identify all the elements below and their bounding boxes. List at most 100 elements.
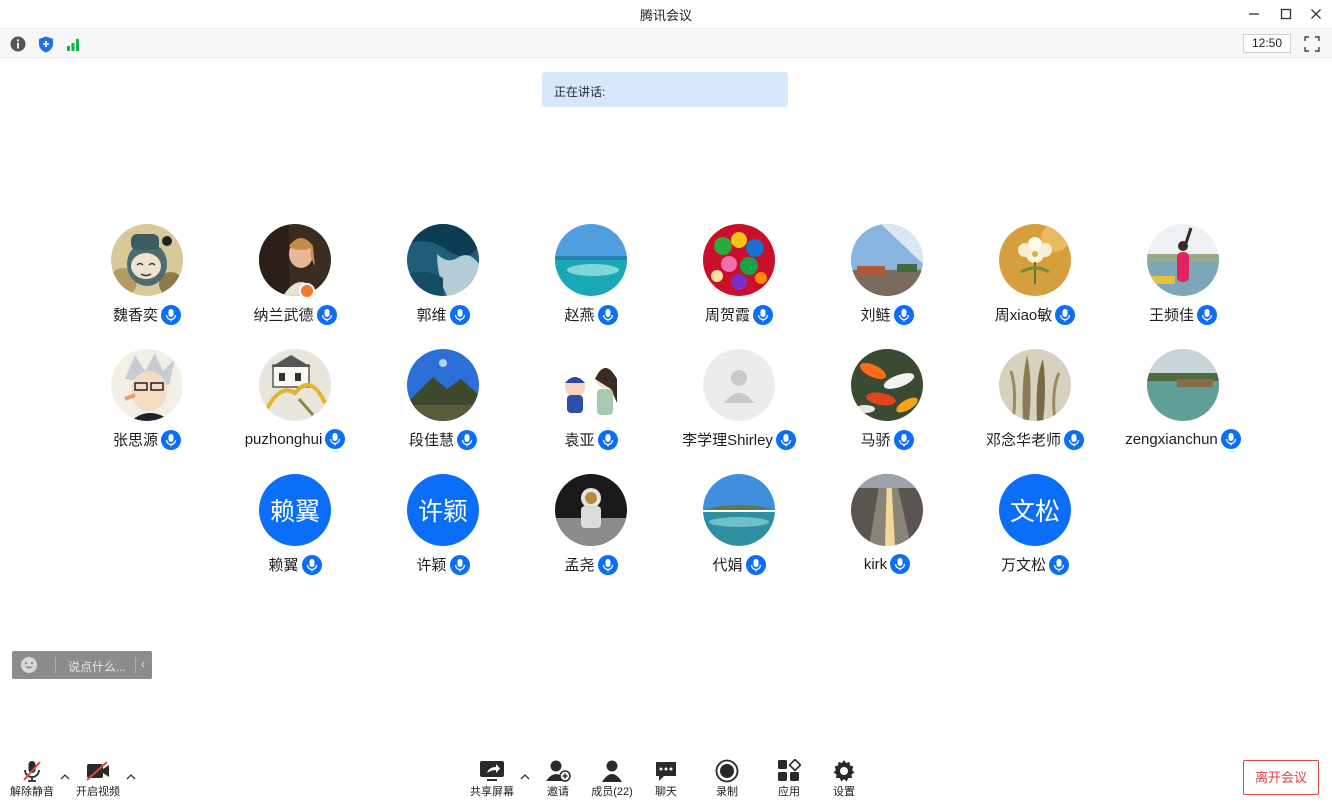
participant-tile[interactable]: zengxianchun — [1109, 349, 1257, 459]
invite-button[interactable]: 邀请 — [528, 757, 588, 801]
chat-placeholder[interactable]: 说点什么... — [68, 658, 126, 675]
participant-name: 周xiao敏 — [994, 307, 1053, 324]
chat-label: 聊天 — [655, 786, 677, 798]
fullscreen-button[interactable] — [1303, 35, 1321, 53]
share-screen-button[interactable]: 共享屏幕 — [462, 757, 522, 801]
microphone-icon — [325, 429, 346, 449]
participant-tile[interactable]: 赵燕 — [517, 224, 665, 334]
minimize-icon — [1249, 13, 1259, 15]
microphone-icon — [890, 554, 911, 574]
quick-chat-box[interactable]: 说点什么... ‹ — [12, 651, 152, 679]
participant-tile[interactable]: 文松 万文松 — [961, 474, 1109, 584]
avatar — [259, 349, 331, 421]
microphone-icon — [316, 304, 337, 325]
microphone-icon — [301, 554, 322, 575]
participant-tile[interactable]: 赖翼 赖翼 — [221, 474, 369, 584]
host-badge-icon — [299, 283, 315, 299]
settings-label: 设置 — [833, 786, 855, 798]
members-label: 成员(22) — [591, 786, 633, 798]
unmute-button[interactable]: 解除静音 — [2, 757, 62, 801]
participant-name: 代娟 — [712, 557, 743, 574]
microphone-icon — [597, 304, 618, 325]
record-label: 录制 — [716, 786, 738, 798]
participant-tile[interactable]: kirk — [813, 474, 961, 584]
participant-tile[interactable]: 张思源 — [73, 349, 221, 459]
participant-name: 周贺霞 — [704, 307, 750, 324]
avatar — [555, 349, 627, 421]
participant-tile[interactable]: 段佳慧 — [369, 349, 517, 459]
participant-tile[interactable]: 许颖 许颖 — [369, 474, 517, 584]
participant-tile[interactable]: 邓念华老师 — [961, 349, 1109, 459]
participant-tile[interactable]: 李学理Shirley — [665, 349, 813, 459]
emoji-icon[interactable] — [20, 656, 38, 674]
avatar — [111, 224, 183, 296]
microphone-icon — [1055, 304, 1076, 325]
avatar — [851, 474, 923, 546]
microphone-icon — [1220, 429, 1241, 449]
avatar — [407, 349, 479, 421]
participant-tile[interactable]: 周贺霞 — [665, 224, 813, 334]
settings-button[interactable]: 设置 — [814, 757, 874, 801]
participant-tile[interactable]: 马骄 — [813, 349, 961, 459]
chevron-up-icon — [126, 773, 136, 779]
avatar — [851, 224, 923, 296]
info-icon — [10, 36, 26, 52]
participant-tile[interactable]: 刘鲢 — [813, 224, 961, 334]
share-screen-label: 共享屏幕 — [470, 786, 514, 798]
collapse-chat-icon[interactable]: ‹ — [141, 657, 145, 671]
gear-icon — [833, 760, 855, 782]
meeting-clock: 12:50 — [1243, 34, 1291, 53]
record-button[interactable]: 录制 — [697, 757, 757, 801]
invite-label: 邀请 — [547, 786, 569, 798]
apps-label: 应用 — [778, 786, 800, 798]
participant-tile[interactable]: 郭维 — [369, 224, 517, 334]
participant-tile[interactable]: 王频佳 — [1109, 224, 1257, 334]
avatar — [555, 224, 627, 296]
meeting-window: 腾讯会议 12:50 正在讲话: 魏香奕 纳兰武德 郭维 赵燕 周贺霞 刘鲢 周… — [0, 0, 1332, 804]
participant-tile[interactable]: puzhonghui — [221, 349, 369, 459]
security-button[interactable] — [37, 35, 55, 53]
video-options-button[interactable] — [124, 770, 138, 782]
default-user-icon — [724, 370, 754, 403]
chat-button[interactable]: 聊天 — [636, 757, 696, 801]
maximize-button[interactable] — [1276, 4, 1296, 24]
members-icon — [602, 760, 622, 782]
participant-name: puzhonghui — [244, 430, 323, 448]
participant-tile[interactable]: 孟尧 — [517, 474, 665, 584]
microphone-icon — [449, 554, 470, 575]
members-button[interactable]: 成员(22) — [582, 757, 642, 801]
fullscreen-icon — [1304, 36, 1320, 52]
avatar — [703, 349, 775, 421]
leave-meeting-button[interactable]: 离开会议 — [1243, 760, 1319, 795]
participant-tile[interactable]: 魏香奕 — [73, 224, 221, 334]
title-bar: 腾讯会议 — [0, 0, 1332, 28]
start-video-button[interactable]: 开启视频 — [68, 757, 128, 801]
maximize-icon — [1280, 8, 1292, 20]
signal-icon — [67, 39, 79, 51]
microphone-icon — [753, 304, 773, 325]
microphone-icon — [161, 429, 181, 450]
participant-tile[interactable]: 袁亚 — [517, 349, 665, 459]
microphone-icon — [745, 554, 766, 575]
apps-icon — [778, 759, 801, 781]
participant-name: 李学理Shirley — [682, 432, 773, 449]
avatar — [1147, 224, 1219, 296]
close-button[interactable] — [1306, 4, 1326, 24]
record-icon — [715, 759, 739, 783]
participant-tile[interactable]: 纳兰武德 — [221, 224, 369, 334]
active-speaker-banner: 正在讲话: — [542, 72, 788, 107]
apps-button[interactable]: 应用 — [759, 757, 819, 801]
meeting-info-button[interactable] — [9, 35, 27, 53]
participant-tile[interactable]: 周xiao敏 — [961, 224, 1109, 334]
microphone-icon — [449, 304, 470, 325]
start-video-label: 开启视频 — [76, 786, 120, 798]
network-status-button[interactable] — [65, 35, 83, 53]
meeting-info-bar: 12:50 — [0, 28, 1332, 58]
minimize-button[interactable] — [1244, 4, 1264, 24]
participant-name: 万文松 — [1000, 557, 1046, 574]
participant-name: 孟尧 — [564, 557, 595, 574]
participant-tile[interactable]: 代娟 — [665, 474, 813, 584]
avatar — [407, 224, 479, 296]
participant-name: 纳兰武德 — [253, 307, 314, 324]
microphone-icon — [893, 304, 914, 325]
